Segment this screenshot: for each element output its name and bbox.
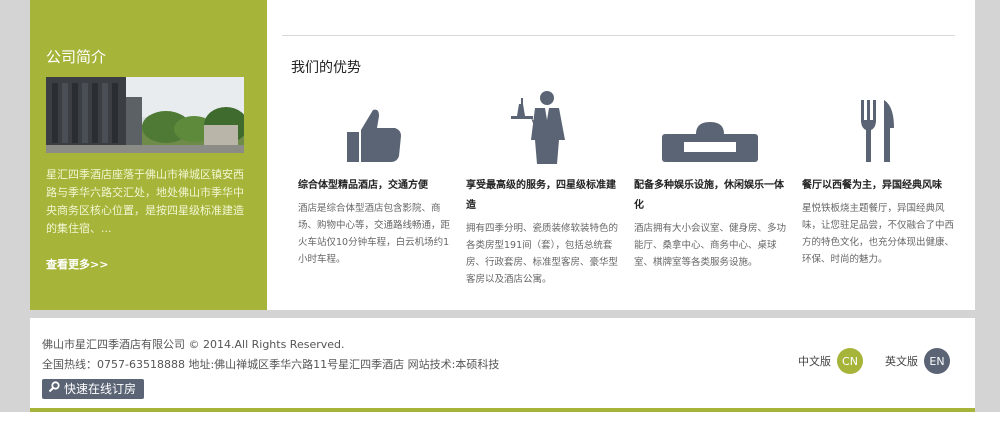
search-icon <box>48 379 60 399</box>
lang-cn-badge: CN <box>837 348 863 374</box>
waiter-icon <box>466 91 618 164</box>
lang-en-badge: EN <box>924 348 950 374</box>
company-intro-text: 星汇四季酒店座落于佛山市禅城区镇安西路与季华六路交汇处，地处佛山市季华中央商务区… <box>46 168 244 235</box>
lang-cn-button[interactable]: 中文版 CN <box>798 348 863 374</box>
thumbs-up-icon <box>298 96 450 164</box>
advantage-title: 餐厅以西餐为主，异国经典风味 <box>802 180 942 191</box>
advantages-section: 我们的优势 综合体型精品酒店，交通方便 酒店是综合体型酒店包含影院、商场、购物中… <box>267 0 975 310</box>
sofa-icon <box>634 96 786 164</box>
advantage-item: 享受最高级的服务，四星级标准建造 拥有四季分明、瓷质装修软装特色的各类房型191… <box>466 91 619 288</box>
divider <box>282 35 955 36</box>
advantage-title: 享受最高级的服务，四星级标准建造 <box>466 180 616 211</box>
advantage-title: 综合体型精品酒店，交通方便 <box>298 180 428 191</box>
advantages-title: 我们的优势 <box>291 60 361 76</box>
view-more-link[interactable]: 查看更多>> <box>46 256 108 272</box>
quick-booking-button[interactable]: 快速在线订房 <box>42 379 145 399</box>
contact-text: 全国热线：0757-63518888 地址:佛山禅城区季华六路11号星汇四季酒店… <box>42 358 500 371</box>
company-intro-sidebar: 公司简介 星汇四季酒店座落于佛山市禅城区镇安西路与季华六路交汇处，地处佛山市季华… <box>30 0 267 310</box>
lang-en-label: 英文版 <box>885 355 918 368</box>
lang-cn-label: 中文版 <box>798 355 831 368</box>
advantage-desc: 酒店是综合体型酒店包含影院、商场、购物中心等，交通路线畅通，距火车站仅10分钟车… <box>298 203 451 265</box>
advantage-desc: 拥有四季分明、瓷质装修软装特色的各类房型191间（套），包括总统套房、行政套房、… <box>466 223 619 285</box>
advantage-item: 餐厅以西餐为主，异国经典风味 星悦铁板烧主题餐厅，异国经典风味，让您驻足品尝，不… <box>802 96 954 268</box>
company-intro-title: 公司简介 <box>46 48 107 66</box>
advantage-item: 配备多种娱乐设施，休闲娱乐一体化 酒店拥有大小会议室、健身房、多功能厅、桑拿中心… <box>634 96 786 271</box>
footer: 佛山市星汇四季酒店有限公司 © 2014.All Rights Reserved… <box>30 318 975 408</box>
copyright-text: 佛山市星汇四季酒店有限公司 © 2014.All Rights Reserved… <box>42 338 345 351</box>
fork-knife-icon <box>802 96 954 164</box>
hotel-photo <box>46 77 244 153</box>
quick-booking-label: 快速在线订房 <box>64 382 137 396</box>
main-panel: 公司简介 星汇四季酒店座落于佛山市禅城区镇安西路与季华六路交汇处，地处佛山市季华… <box>30 0 975 310</box>
page-bottom <box>0 412 1000 430</box>
lang-en-button[interactable]: 英文版 EN <box>885 348 950 374</box>
advantage-title: 配备多种娱乐设施，休闲娱乐一体化 <box>634 180 784 211</box>
advantage-desc: 酒店拥有大小会议室、健身房、多功能厅、桑拿中心、商务中心、桌球室、棋牌室等各类服… <box>634 223 787 268</box>
advantage-desc: 星悦铁板烧主题餐厅，异国经典风味，让您驻足品尝，不仅融合了中西方的特色文化，也充… <box>802 203 955 265</box>
advantage-item: 综合体型精品酒店，交通方便 酒店是综合体型酒店包含影院、商场、购物中心等，交通路… <box>298 96 450 268</box>
